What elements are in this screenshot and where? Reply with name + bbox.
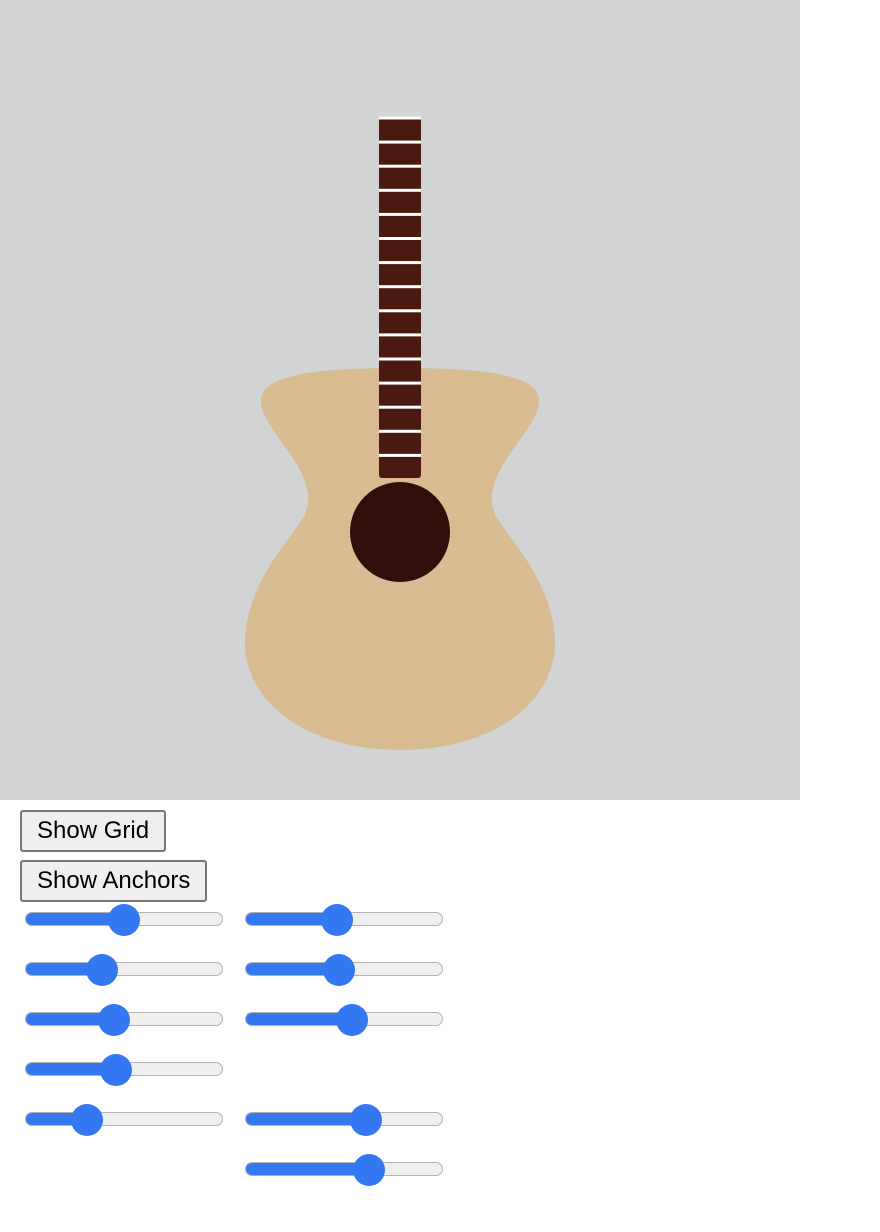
slider-track [25,962,223,976]
guitar-fret [379,261,421,265]
guitar-fret [379,453,421,457]
guitar-fret [379,429,421,433]
guitar-fret [379,116,421,120]
slider-thumb[interactable] [336,1004,369,1036]
slider-left-1[interactable] [25,901,223,937]
slider-fill [246,1113,367,1125]
slider-left-5[interactable] [25,1101,223,1137]
slider-thumb[interactable] [322,954,355,986]
show-grid-button[interactable]: Show Grid [20,810,167,852]
slider-thumb[interactable] [108,904,140,936]
slider-right-1[interactable] [245,901,443,937]
slider-right-2[interactable] [245,951,443,987]
slider-thumb[interactable] [71,1104,104,1136]
guitar-fret [379,309,421,313]
slider-left-2[interactable] [25,951,223,987]
slider-thumb[interactable] [321,904,354,936]
slider-right-3[interactable] [245,1001,443,1037]
guitar-drawing [0,0,800,800]
slider-right-5[interactable] [245,1101,443,1137]
guitar-fret [379,237,421,240]
guitar-fret [379,357,421,361]
guitar-fret [379,212,421,216]
guitar-canvas[interactable] [0,0,800,800]
guitar-fret [379,333,421,337]
slider-fill [246,1163,371,1175]
guitar-fret [379,188,421,192]
slider-thumb[interactable] [86,954,119,986]
guitar-fret [379,381,421,385]
guitar-fret [379,405,421,409]
slider-track [245,1112,443,1126]
slider-left-3[interactable] [25,1001,223,1037]
slider-thumb[interactable] [97,1004,130,1036]
slider-track [245,1162,443,1176]
slider-track [25,1112,223,1126]
slider-thumb[interactable] [349,1104,382,1136]
slider-right-6[interactable] [245,1151,443,1187]
guitar-frets [379,116,421,457]
slider-left-4[interactable] [25,1051,223,1087]
guitar-soundhole [350,482,450,582]
guitar-neck [379,117,421,478]
guitar-fret [379,164,421,168]
guitar-fret [379,285,421,289]
show-anchors-button[interactable]: Show Anchors [20,860,208,902]
slider-thumb[interactable] [353,1154,386,1186]
slider-thumb[interactable] [99,1054,132,1086]
guitar-fret [379,140,421,144]
